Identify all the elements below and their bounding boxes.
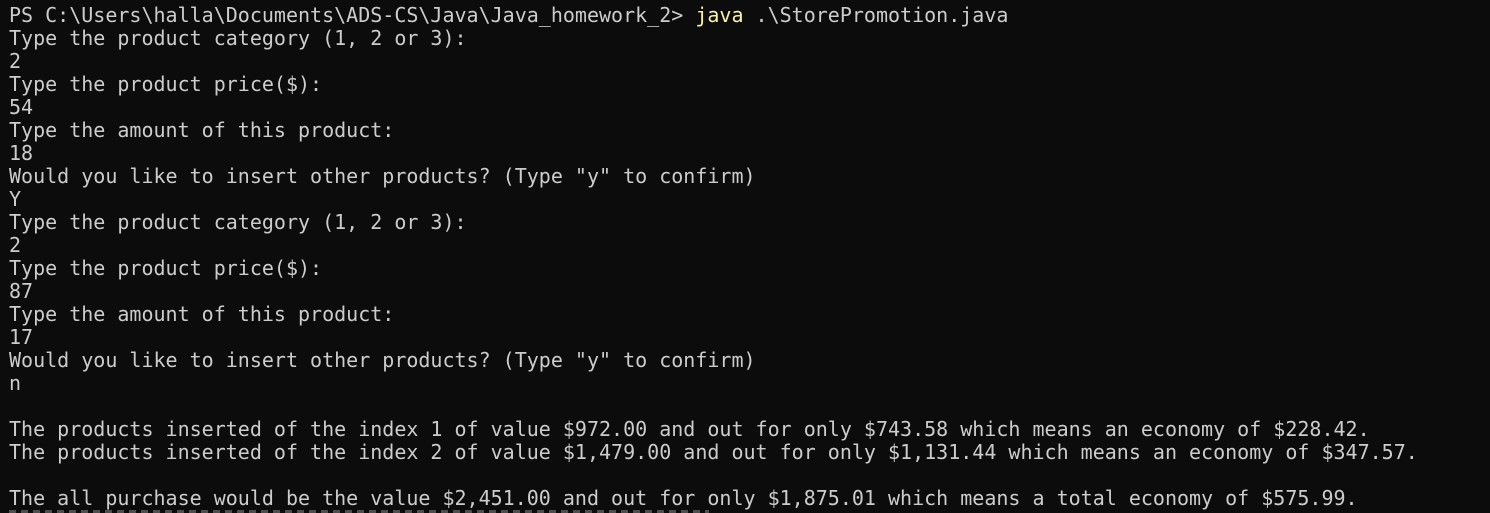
output-line: Type the product category (1, 2 or 3): bbox=[9, 210, 467, 234]
output-line: 17 bbox=[9, 325, 34, 349]
output-line: Would you like to insert other products?… bbox=[9, 164, 756, 188]
output-line: Type the product price($): bbox=[9, 256, 323, 280]
command-line: PS C:\Users\halla\Documents\ADS-CS\Java\… bbox=[9, 4, 1490, 27]
output-line: Type the product price($): bbox=[9, 72, 323, 96]
output-line: Would you like to insert other products?… bbox=[9, 348, 756, 372]
output-line: 54 bbox=[9, 95, 34, 119]
command-args: .\StorePromotion.java bbox=[743, 3, 1009, 27]
output-line: 18 bbox=[9, 141, 34, 165]
result-line: The products inserted of the index 2 of … bbox=[9, 440, 1418, 464]
shell-prompt: PS C:\Users\halla\Documents\ADS-CS\Java\… bbox=[9, 3, 696, 27]
total-line: The all purchase would be the value $2,4… bbox=[9, 486, 1358, 510]
output-line: Y bbox=[9, 187, 22, 211]
result-line: The products inserted of the index 1 of … bbox=[9, 417, 1370, 441]
output-line: 87 bbox=[9, 279, 34, 303]
output-line: n bbox=[9, 371, 22, 395]
command-name: java bbox=[695, 3, 744, 27]
output-line: Type the amount of this product: bbox=[9, 118, 395, 142]
output-line: Type the amount of this product: bbox=[9, 302, 395, 326]
output-line: Type the product category (1, 2 or 3): bbox=[9, 26, 467, 50]
output-line: 2 bbox=[9, 233, 22, 257]
output-line: 2 bbox=[9, 49, 22, 73]
terminal-window[interactable]: PS C:\Users\halla\Documents\ADS-CS\Java\… bbox=[0, 0, 1490, 513]
